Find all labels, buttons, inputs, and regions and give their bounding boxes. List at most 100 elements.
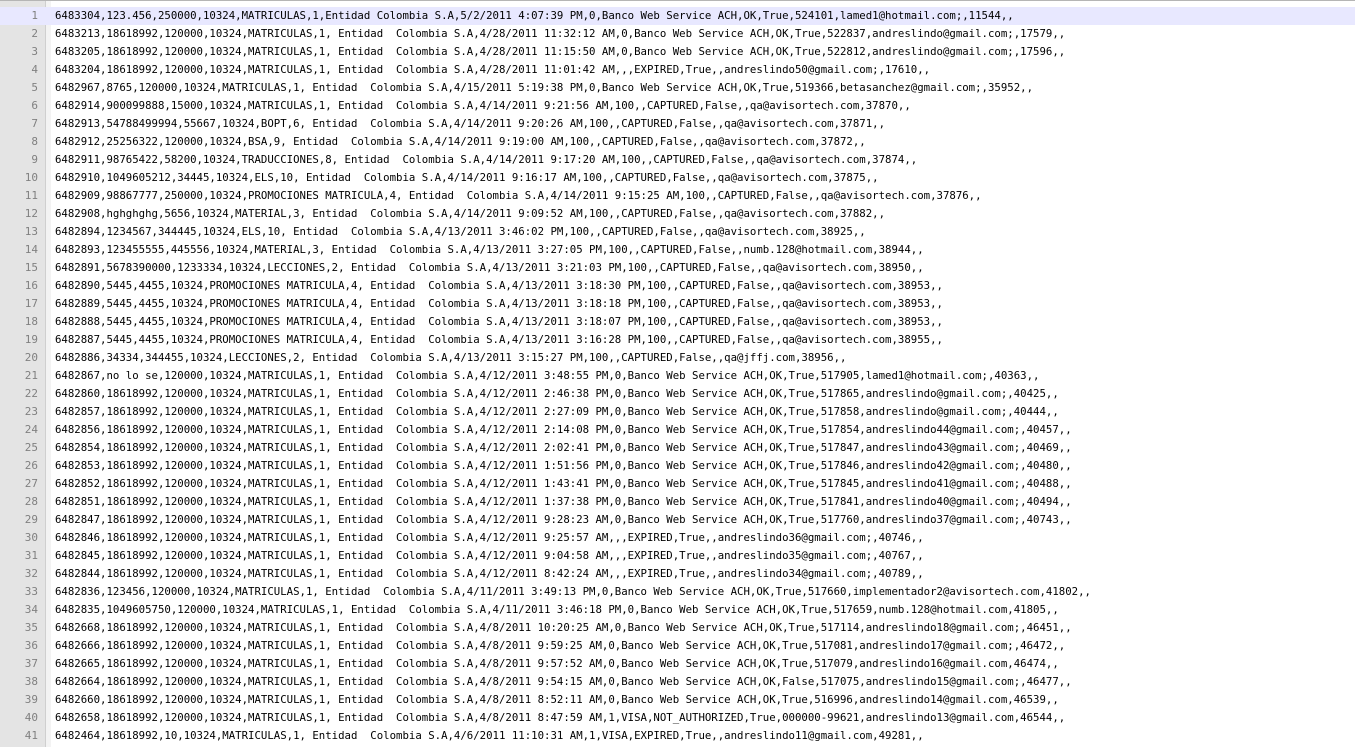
line-text[interactable]: 6482836,123456,120000,10324,MATRICULAS,1… (55, 583, 1091, 601)
line-number: 7 (31, 117, 38, 130)
line-text[interactable]: 6483304,123.456,250000,10324,MATRICULAS,… (55, 7, 1014, 25)
editor-line[interactable]: 40 6482658,18618992,120000,10324,MATRICUL… (0, 709, 1355, 727)
line-number: 13 (24, 225, 38, 238)
editor-line[interactable]: 6 6482914,900099888,15000,10324,MATRICULA… (0, 97, 1355, 115)
line-text[interactable]: 6482660,18618992,120000,10324,MATRICULAS… (55, 691, 1059, 709)
line-number: 3 (31, 45, 38, 58)
line-text[interactable]: 6482854,18618992,120000,10324,MATRICULAS… (55, 439, 1072, 457)
line-text[interactable]: 6482860,18618992,120000,10324,MATRICULAS… (55, 385, 1059, 403)
line-text[interactable]: 6482908,hghghghg,5656,10324,MATERIAL,3, … (55, 205, 885, 223)
line-text[interactable]: 6482893,123455555,445556,10324,MATERIAL,… (55, 241, 924, 259)
line-text[interactable]: 6482914,900099888,15000,10324,MATRICULAS… (55, 97, 911, 115)
editor-line[interactable]: 28 6482851,18618992,120000,10324,MATRICUL… (0, 493, 1355, 511)
line-text[interactable]: 6482910,1049605212,34445,10324,ELS,10, E… (55, 169, 879, 187)
editor-lines[interactable]: 1 6483304,123.456,250000,10324,MATRICULAS… (0, 7, 1355, 745)
line-text[interactable]: 6482666,18618992,120000,10324,MATRICULAS… (55, 637, 1065, 655)
line-text[interactable]: 6482888,5445,4455,10324,PROMOCIONES MATR… (55, 313, 943, 331)
line-text[interactable]: 6482913,54788499994,55667,10324,BOPT,6, … (55, 115, 885, 133)
editor-line[interactable]: 38 6482664,18618992,120000,10324,MATRICUL… (0, 673, 1355, 691)
line-text[interactable]: 6483205,18618992,120000,10324,MATRICULAS… (55, 43, 1065, 61)
text-editor[interactable]: 1 6483304,123.456,250000,10324,MATRICULAS… (0, 0, 1355, 747)
editor-line[interactable]: 39 6482660,18618992,120000,10324,MATRICUL… (0, 691, 1355, 709)
editor-line[interactable]: 26 6482853,18618992,120000,10324,MATRICUL… (0, 457, 1355, 475)
line-text[interactable]: 6482912,25256322,120000,10324,BSA,9, Ent… (55, 133, 866, 151)
editor-line[interactable]: 10 6482910,1049605212,34445,10324,ELS,10,… (0, 169, 1355, 187)
line-text[interactable]: 6482889,5445,4455,10324,PROMOCIONES MATR… (55, 295, 943, 313)
editor-line[interactable]: 7 6482913,54788499994,55667,10324,BOPT,6,… (0, 115, 1355, 133)
line-number: 40 (24, 711, 38, 724)
editor-line[interactable]: 24 6482856,18618992,120000,10324,MATRICUL… (0, 421, 1355, 439)
editor-line[interactable]: 8 6482912,25256322,120000,10324,BSA,9, En… (0, 133, 1355, 151)
line-number: 37 (24, 657, 38, 670)
line-text[interactable]: 6482464,18618992,10,10324,MATRICULAS,1, … (55, 727, 924, 745)
editor-line[interactable]: 20 6482886,34334,344455,10324,LECCIONES,2… (0, 349, 1355, 367)
line-text[interactable]: 6482909,98867777,250000,10324,PROMOCIONE… (55, 187, 982, 205)
line-number: 32 (24, 567, 38, 580)
line-text[interactable]: 6482835,1049605750,120000,10324,MATRICUL… (55, 601, 1059, 619)
line-text[interactable]: 6482847,18618992,120000,10324,MATRICULAS… (55, 511, 1072, 529)
line-number: 33 (24, 585, 38, 598)
editor-line[interactable]: 16 6482890,5445,4455,10324,PROMOCIONES MA… (0, 277, 1355, 295)
editor-line[interactable]: 34 6482835,1049605750,120000,10324,MATRIC… (0, 601, 1355, 619)
line-text[interactable]: 6482845,18618992,120000,10324,MATRICULAS… (55, 547, 924, 565)
line-text[interactable]: 6482894,1234567,344445,10324,ELS,10, Ent… (55, 223, 866, 241)
editor-line[interactable]: 30 6482846,18618992,120000,10324,MATRICUL… (0, 529, 1355, 547)
editor-line[interactable]: 14 6482893,123455555,445556,10324,MATERIA… (0, 241, 1355, 259)
editor-line[interactable]: 5 6482967,8765,120000,10324,MATRICULAS,1,… (0, 79, 1355, 97)
editor-line[interactable]: 37 6482665,18618992,120000,10324,MATRICUL… (0, 655, 1355, 673)
line-number: 22 (24, 387, 38, 400)
editor-line[interactable]: 1 6483304,123.456,250000,10324,MATRICULAS… (0, 7, 1355, 25)
editor-line[interactable]: 11 6482909,98867777,250000,10324,PROMOCIO… (0, 187, 1355, 205)
editor-line[interactable]: 22 6482860,18618992,120000,10324,MATRICUL… (0, 385, 1355, 403)
line-text[interactable]: 6483213,18618992,120000,10324,MATRICULAS… (55, 25, 1065, 43)
line-number: 14 (24, 243, 38, 256)
editor-line[interactable]: 36 6482666,18618992,120000,10324,MATRICUL… (0, 637, 1355, 655)
line-text[interactable]: 6482891,5678390000,1233334,10324,LECCION… (55, 259, 924, 277)
line-text[interactable]: 6482853,18618992,120000,10324,MATRICULAS… (55, 457, 1072, 475)
editor-line[interactable]: 18 6482888,5445,4455,10324,PROMOCIONES MA… (0, 313, 1355, 331)
line-text[interactable]: 6482664,18618992,120000,10324,MATRICULAS… (55, 673, 1072, 691)
editor-line[interactable]: 12 6482908,hghghghg,5656,10324,MATERIAL,3… (0, 205, 1355, 223)
editor-line[interactable]: 41 6482464,18618992,10,10324,MATRICULAS,1… (0, 727, 1355, 745)
editor-line[interactable]: 32 6482844,18618992,120000,10324,MATRICUL… (0, 565, 1355, 583)
editor-line[interactable]: 27 6482852,18618992,120000,10324,MATRICUL… (0, 475, 1355, 493)
editor-line[interactable]: 2 6483213,18618992,120000,10324,MATRICULA… (0, 25, 1355, 43)
line-number: 19 (24, 333, 38, 346)
editor-line[interactable]: 3 6483205,18618992,120000,10324,MATRICULA… (0, 43, 1355, 61)
editor-line[interactable]: 35 6482668,18618992,120000,10324,MATRICUL… (0, 619, 1355, 637)
line-number: 5 (31, 81, 38, 94)
line-text[interactable]: 6482886,34334,344455,10324,LECCIONES,2, … (55, 349, 846, 367)
line-text[interactable]: 6482846,18618992,120000,10324,MATRICULAS… (55, 529, 924, 547)
editor-line[interactable]: 31 6482845,18618992,120000,10324,MATRICUL… (0, 547, 1355, 565)
line-number: 29 (24, 513, 38, 526)
line-number: 20 (24, 351, 38, 364)
line-text[interactable]: 6482856,18618992,120000,10324,MATRICULAS… (55, 421, 1072, 439)
editor-line[interactable]: 15 6482891,5678390000,1233334,10324,LECCI… (0, 259, 1355, 277)
editor-line[interactable]: 25 6482854,18618992,120000,10324,MATRICUL… (0, 439, 1355, 457)
editor-line[interactable]: 21 6482867,no lo se,120000,10324,MATRICUL… (0, 367, 1355, 385)
line-number: 2 (31, 27, 38, 40)
line-text[interactable]: 6482867,no lo se,120000,10324,MATRICULAS… (55, 367, 1039, 385)
editor-line[interactable]: 17 6482889,5445,4455,10324,PROMOCIONES MA… (0, 295, 1355, 313)
editor-line[interactable]: 19 6482887,5445,4455,10324,PROMOCIONES MA… (0, 331, 1355, 349)
editor-line[interactable]: 33 6482836,123456,120000,10324,MATRICULAS… (0, 583, 1355, 601)
line-text[interactable]: 6482668,18618992,120000,10324,MATRICULAS… (55, 619, 1072, 637)
line-text[interactable]: 6482911,98765422,58200,10324,TRADUCCIONE… (55, 151, 917, 169)
line-text[interactable]: 6483204,18618992,120000,10324,MATRICULAS… (55, 61, 930, 79)
editor-line[interactable]: 4 6483204,18618992,120000,10324,MATRICULA… (0, 61, 1355, 79)
line-number: 28 (24, 495, 38, 508)
line-text[interactable]: 6482844,18618992,120000,10324,MATRICULAS… (55, 565, 924, 583)
line-text[interactable]: 6482665,18618992,120000,10324,MATRICULAS… (55, 655, 1059, 673)
line-number: 8 (31, 135, 38, 148)
line-text[interactable]: 6482890,5445,4455,10324,PROMOCIONES MATR… (55, 277, 943, 295)
line-text[interactable]: 6482852,18618992,120000,10324,MATRICULAS… (55, 475, 1072, 493)
editor-line[interactable]: 23 6482857,18618992,120000,10324,MATRICUL… (0, 403, 1355, 421)
editor-line[interactable]: 9 6482911,98765422,58200,10324,TRADUCCION… (0, 151, 1355, 169)
line-text[interactable]: 6482658,18618992,120000,10324,MATRICULAS… (55, 709, 1065, 727)
editor-line[interactable]: 13 6482894,1234567,344445,10324,ELS,10, E… (0, 223, 1355, 241)
line-text[interactable]: 6482967,8765,120000,10324,MATRICULAS,1, … (55, 79, 1033, 97)
line-text[interactable]: 6482857,18618992,120000,10324,MATRICULAS… (55, 403, 1059, 421)
line-text[interactable]: 6482887,5445,4455,10324,PROMOCIONES MATR… (55, 331, 943, 349)
line-text[interactable]: 6482851,18618992,120000,10324,MATRICULAS… (55, 493, 1072, 511)
editor-line[interactable]: 29 6482847,18618992,120000,10324,MATRICUL… (0, 511, 1355, 529)
